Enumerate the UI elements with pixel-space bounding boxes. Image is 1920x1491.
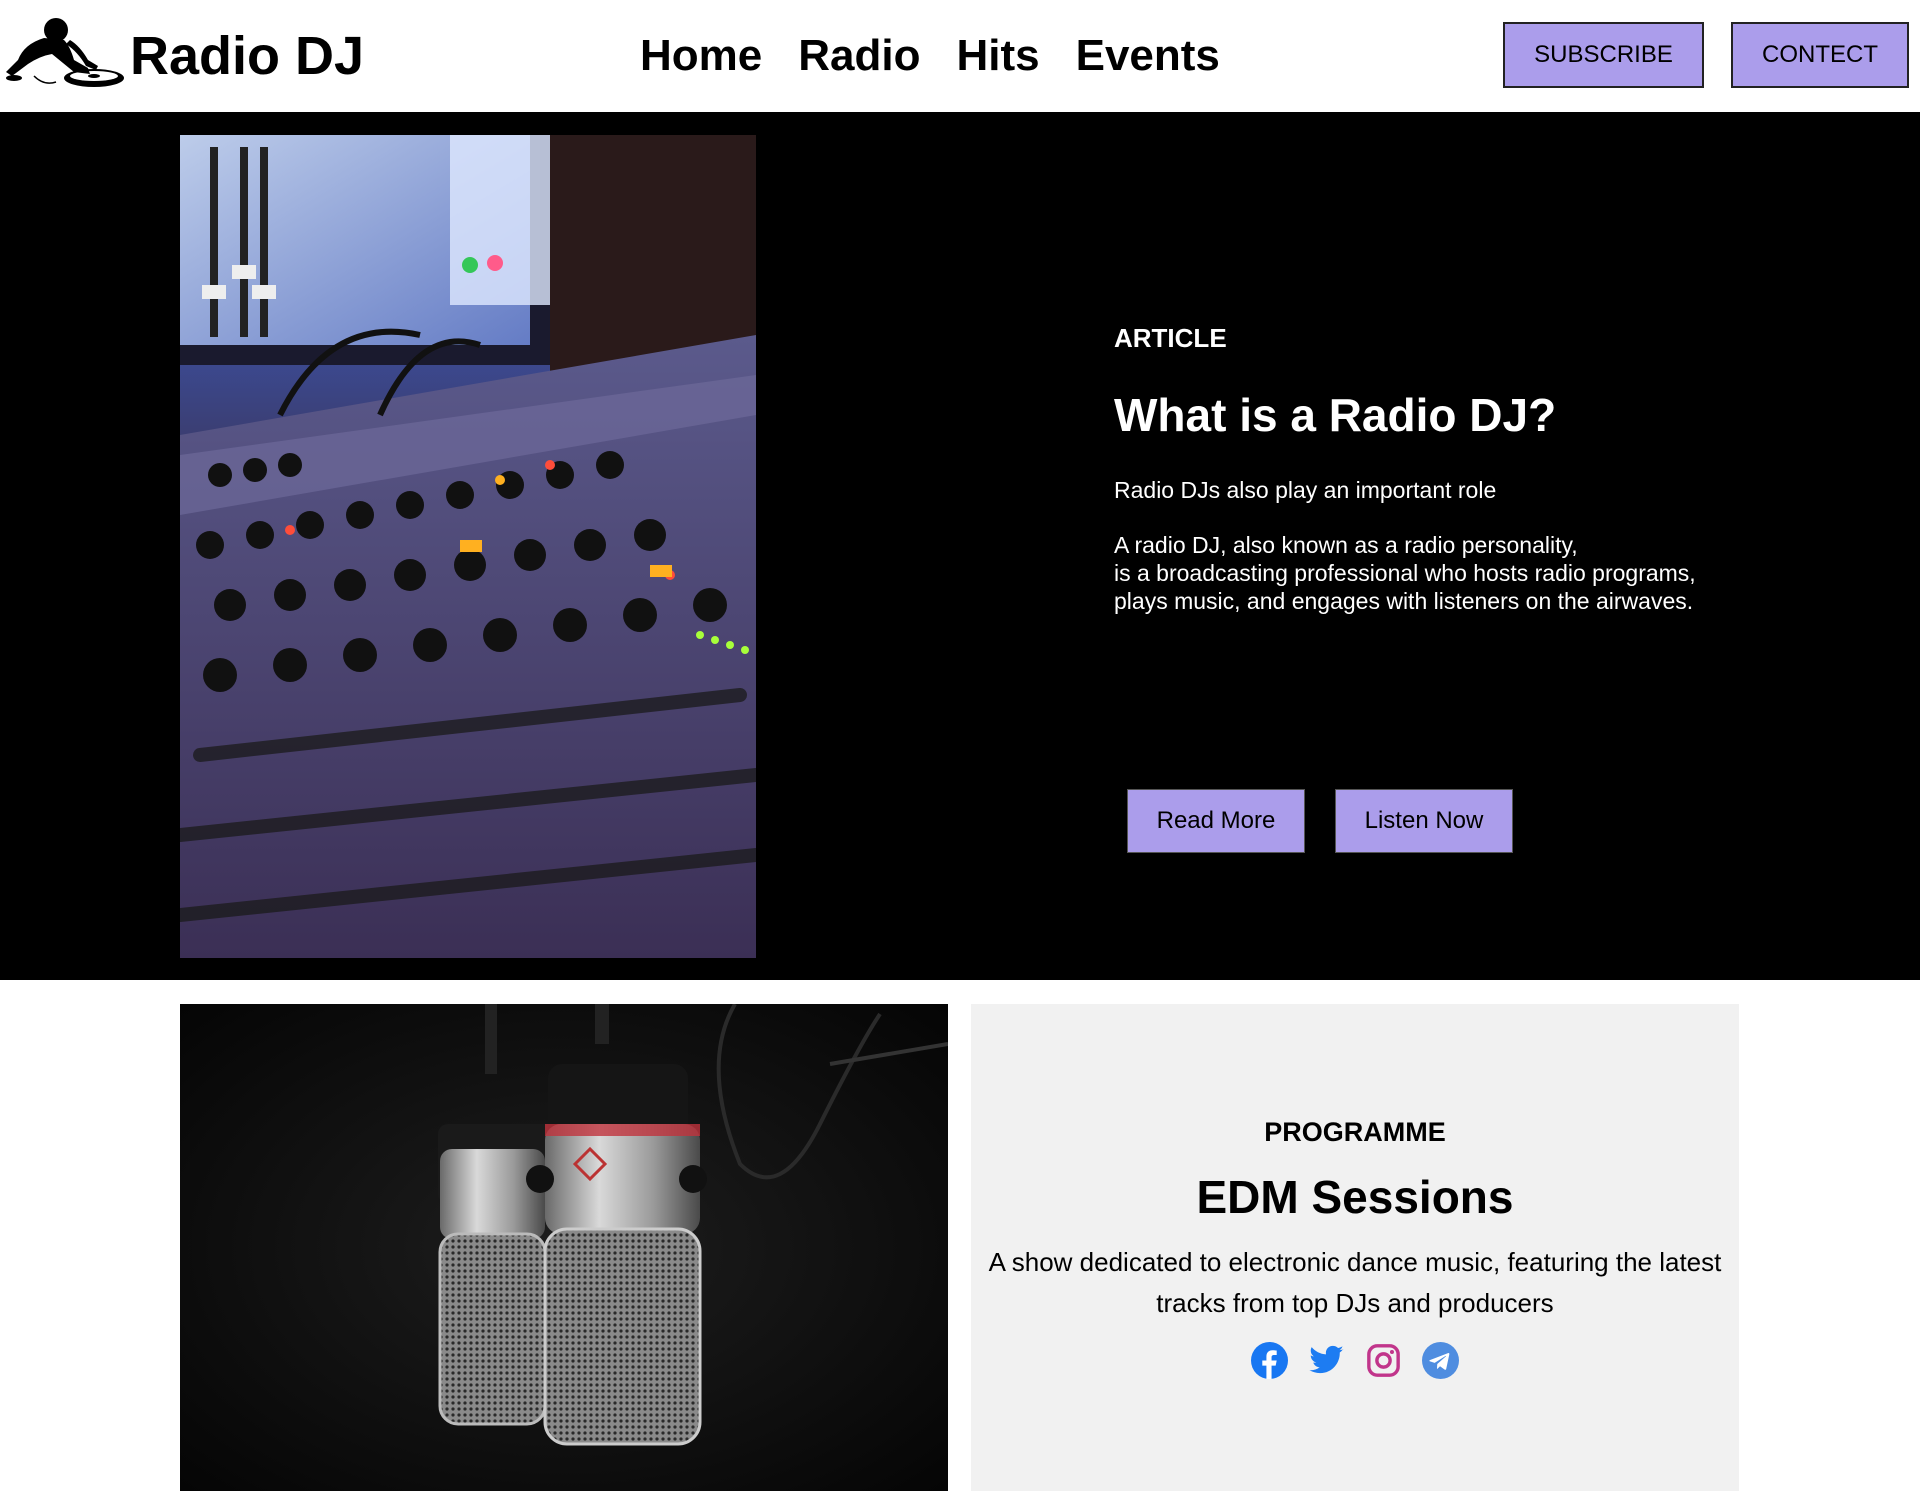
subscribe-button[interactable]: SUBSCRIBE <box>1503 22 1704 88</box>
nav-home[interactable]: Home <box>640 30 762 82</box>
contact-button[interactable]: CONTECT <box>1731 22 1909 88</box>
instagram-icon[interactable] <box>1365 1342 1402 1379</box>
programme-description: A show dedicated to electronic dance mus… <box>988 1247 1722 1318</box>
nav-hits[interactable]: Hits <box>956 30 1039 82</box>
site-header: Radio DJ Home Radio Hits Events SUBSCRIB… <box>0 0 1920 112</box>
programme-eyebrow: PROGRAMME <box>1264 1117 1446 1147</box>
programme-title: EDM Sessions <box>1196 1171 1514 1223</box>
main-nav: Home Radio Hits Events <box>640 30 1220 82</box>
studio-microphones-image <box>180 1004 948 1491</box>
dj-logo-icon[interactable] <box>4 16 124 92</box>
read-more-button[interactable]: Read More <box>1127 789 1305 853</box>
mixing-console-image <box>180 135 756 958</box>
brand-name[interactable]: Radio DJ <box>130 24 364 88</box>
social-links <box>971 1342 1739 1379</box>
telegram-icon[interactable] <box>1422 1342 1459 1379</box>
programme-card: PROGRAMME EDM Sessions A show dedicated … <box>971 1004 1739 1491</box>
nav-radio[interactable]: Radio <box>798 30 920 82</box>
article-hero: ARTICLE What is a Radio DJ? Radio DJs al… <box>0 112 1920 980</box>
facebook-icon[interactable] <box>1251 1342 1288 1379</box>
article-content: ARTICLE What is a Radio DJ? Radio DJs al… <box>1114 322 1814 615</box>
twitter-icon[interactable] <box>1308 1342 1345 1379</box>
article-title: What is a Radio DJ? <box>1114 389 1557 441</box>
article-eyebrow: ARTICLE <box>1114 323 1227 353</box>
article-actions: Read More Listen Now <box>1127 789 1513 853</box>
listen-now-button[interactable]: Listen Now <box>1335 789 1513 853</box>
nav-events[interactable]: Events <box>1076 30 1220 82</box>
article-subtitle: Radio DJs also play an important role <box>1114 477 1497 503</box>
article-description: A radio DJ, also known as a radio person… <box>1114 532 1696 614</box>
